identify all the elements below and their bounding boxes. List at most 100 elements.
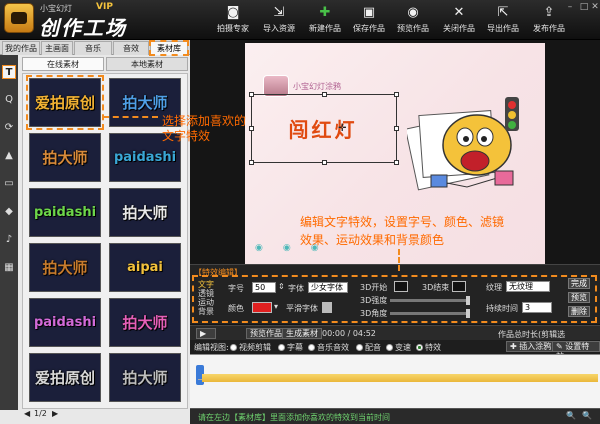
category-background[interactable]: 背景 — [198, 307, 220, 316]
time-display: 00:00 / 04:52 — [322, 329, 376, 338]
zoom-out-icon[interactable]: 🔍 — [582, 411, 592, 420]
effect-thumbnail[interactable]: aipai — [109, 243, 181, 292]
effect-thumbnail[interactable]: paidashi — [29, 298, 101, 347]
resize-handle[interactable] — [249, 160, 254, 165]
toolbar-button-label: 关闭作品 — [443, 24, 475, 33]
texture-select[interactable]: 无纹理 — [506, 281, 550, 292]
effect-thumbnail[interactable]: 拍大师 — [29, 243, 101, 292]
app-logo — [4, 3, 34, 33]
play-button[interactable]: ▶ — [196, 328, 216, 339]
preview-effect-button[interactable]: 预览 — [568, 292, 590, 303]
tab-sound-effects[interactable]: 音效 — [113, 41, 149, 55]
category-motion[interactable]: 运动 — [198, 298, 220, 307]
effect-thumbnail[interactable]: 爱拍原创 — [26, 75, 104, 130]
frame-category-icon[interactable]: ▭ — [2, 177, 16, 191]
edit-view-bar: 编辑视图: 视频剪辑 字幕 音乐音效 配音 变速 特效 ✚ 插入涂鸦 ✎ 设置特… — [190, 340, 600, 361]
resize-handle[interactable] — [322, 92, 327, 97]
export-icon: ⇱ — [497, 5, 509, 20]
preview-works-button[interactable]: 预览作品 — [246, 328, 286, 339]
move-cursor-icon: ✛ — [338, 123, 347, 134]
effect-thumbnail[interactable]: 拍大师 — [109, 188, 181, 237]
font-size-input[interactable]: 50 — [252, 282, 276, 293]
view-dubbing[interactable]: 配音 — [356, 342, 381, 353]
delete-button[interactable]: 删除 — [568, 306, 590, 317]
generate-material-button[interactable]: 生成素材 — [282, 328, 322, 339]
view-effects[interactable]: 特效 — [416, 342, 441, 353]
font-select[interactable]: 少女字体 — [308, 282, 348, 293]
effect-thumbnail[interactable]: paidashi — [29, 188, 101, 237]
minimize-icon[interactable]: – — [564, 2, 576, 12]
lens-category-icon[interactable]: Q — [2, 93, 16, 107]
smooth-font-checkbox[interactable] — [322, 302, 332, 313]
resize-handle[interactable] — [394, 92, 399, 97]
3d-end-color[interactable] — [452, 281, 466, 292]
timeline-track[interactable] — [190, 354, 600, 408]
motion-category-icon[interactable]: ⟳ — [2, 121, 16, 135]
vip-badge: VIP — [96, 2, 113, 12]
effect-thumbnail[interactable]: 拍大师 — [109, 298, 181, 347]
next-page-icon[interactable]: ▶ — [52, 409, 58, 418]
zoom-in-icon[interactable]: 🔍 — [566, 411, 576, 420]
music-category-icon[interactable]: ♪ — [2, 233, 16, 247]
3d-end-label: 3D结束 — [422, 283, 450, 292]
view-speed[interactable]: 变速 — [386, 342, 411, 353]
tab-music[interactable]: 音乐 — [74, 41, 112, 55]
tab-material-library[interactable]: 素材库 — [149, 40, 189, 56]
toolbar-button-1[interactable]: ◙ 拍摄专家 — [212, 4, 254, 38]
category-text[interactable]: 文字 — [198, 280, 220, 289]
resize-handle[interactable] — [249, 92, 254, 97]
done-button[interactable]: 完成 — [568, 278, 590, 289]
text-category-icon[interactable]: T — [2, 65, 16, 79]
shape-category-icon[interactable]: ◆ — [2, 205, 16, 219]
effect-thumbnail-text: 拍大师 — [122, 204, 168, 222]
effect-thumbnail[interactable]: 爱拍原创 — [29, 353, 101, 402]
preview-caption: 小宝幻灯涂鸦 — [293, 82, 341, 91]
color-dropdown-icon[interactable]: ▾ — [274, 302, 278, 311]
left-tabs: 我的作品 主画面 音乐 音效 素材库 — [0, 40, 190, 56]
effect-thumbnail-text: 拍大师 — [42, 259, 88, 277]
category-lens[interactable]: 透镜 — [198, 289, 220, 298]
annotation-arrow — [398, 249, 400, 271]
toolbar-button-5[interactable]: ◉ 预览作品 — [392, 4, 434, 38]
eye-icon: ◉ — [407, 5, 419, 20]
effect-thumbnail[interactable]: 拍大师 — [109, 353, 181, 402]
toolbar-button-7[interactable]: ⇱ 导出作品 — [482, 4, 524, 38]
duration-input[interactable]: 3 — [522, 302, 552, 313]
insert-doodle-button[interactable]: ✚ 插入涂鸦 — [506, 341, 556, 352]
3d-angle-slider[interactable] — [390, 309, 470, 318]
effects-edit-panel: 【特效编辑】 文字 透镜 运动 背景 字号 50 ⇕ 字体 少女字体 颜色 ▾ … — [190, 264, 600, 324]
toolbar-button-4[interactable]: ▣ 保存作品 — [348, 4, 390, 38]
3d-start-color[interactable] — [394, 281, 408, 292]
grid-category-icon[interactable]: ▦ — [2, 261, 16, 275]
set-effect-button[interactable]: ✎ 设置特效 — [552, 341, 600, 361]
annotation-arrow — [103, 116, 158, 118]
prev-page-icon[interactable]: ◀ — [24, 409, 30, 418]
view-video-clip[interactable]: 视频剪辑 — [230, 342, 271, 353]
toolbar-button-6[interactable]: ✕ 关闭作品 — [438, 4, 480, 38]
3d-angle-label: 3D角度 — [360, 309, 388, 318]
tab-my-works[interactable]: 我的作品 — [2, 41, 40, 55]
tab-local-materials[interactable]: 本地素材 — [106, 57, 188, 71]
3d-strength-slider[interactable] — [390, 296, 470, 305]
tab-main-screen[interactable]: 主画面 — [41, 41, 73, 55]
3d-start-label: 3D开始 — [360, 283, 388, 292]
color-picker[interactable] — [252, 302, 272, 313]
view-subtitles[interactable]: 字幕 — [278, 342, 303, 353]
effect-thumbnail[interactable]: 拍大师 — [29, 133, 101, 182]
effect-clip[interactable] — [202, 374, 598, 382]
mountain-category-icon[interactable]: ▲ — [2, 149, 16, 163]
toolbar-button-3[interactable]: ✚ 新建作品 — [304, 4, 346, 38]
view-music-sfx[interactable]: 音乐音效 — [308, 342, 349, 353]
resize-handle[interactable] — [394, 126, 399, 131]
texture-label: 纹理 — [486, 283, 502, 292]
pager: ◀ 1/2 ▶ — [22, 409, 188, 421]
toolbar-button-2[interactable]: ⇲ 导入资源 — [258, 4, 300, 38]
tab-online-materials[interactable]: 在线素材 — [22, 57, 104, 71]
close-window-icon[interactable]: ✕ — [589, 2, 600, 12]
size-stepper-icon[interactable]: ⇕ — [278, 282, 285, 291]
effect-thumbnail-text: paidashi — [113, 150, 177, 165]
title-bar: 小宝幻灯 VIP 创作工场 ◙ 拍摄专家 ⇲ 导入资源 ✚ 新建作品 ▣ 保存作品 ◉ 预览作品 ✕… — [0, 0, 600, 40]
resize-handle[interactable] — [322, 160, 327, 165]
resize-handle[interactable] — [394, 160, 399, 165]
status-message: 请在左边【素材库】里面添加你喜欢的特效到当前时间 — [198, 413, 390, 422]
